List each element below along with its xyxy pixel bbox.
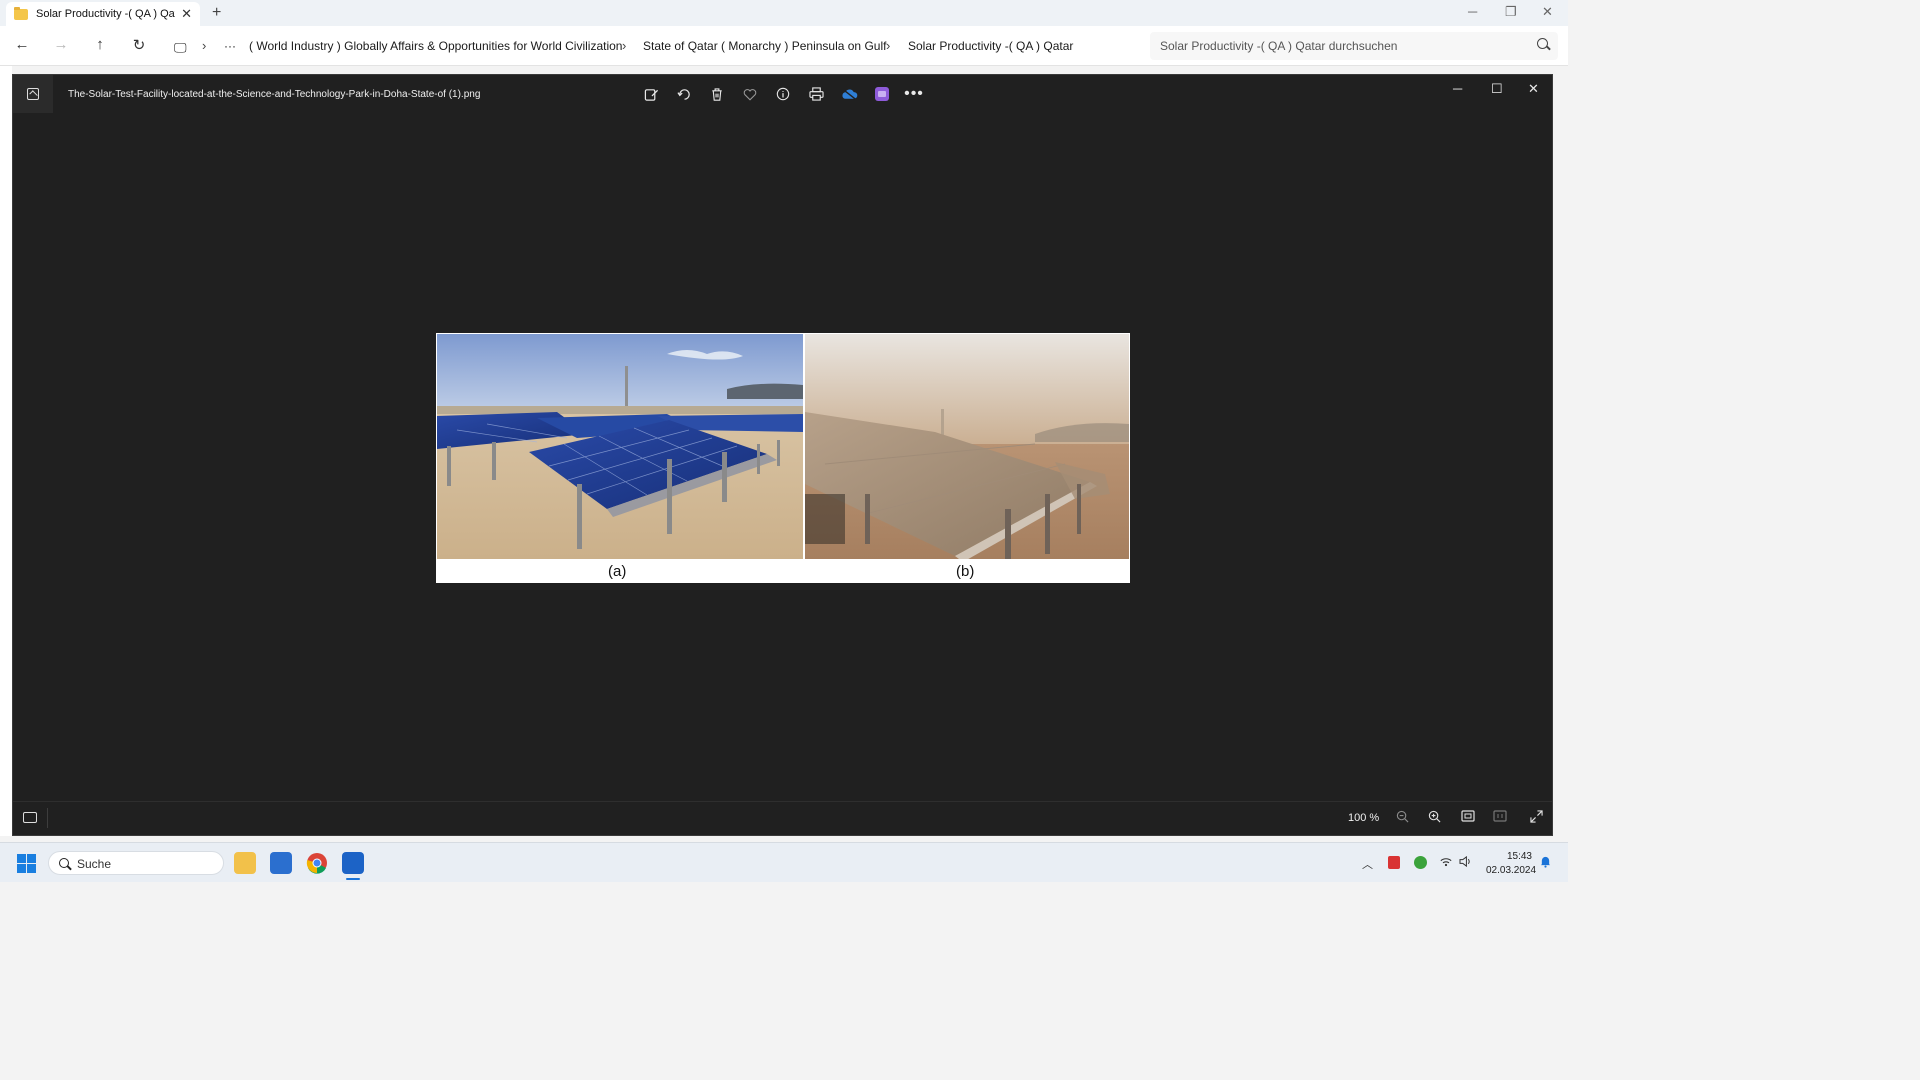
search-input[interactable]: Solar Productivity -( QA ) Qatar durchsu… <box>1150 32 1558 60</box>
forward-button[interactable]: → <box>51 36 71 53</box>
solar-panels-dust-photo <box>805 334 1129 559</box>
new-tab-button[interactable]: + <box>212 4 221 22</box>
chrome-icon[interactable] <box>306 852 328 874</box>
filmstrip-icon[interactable] <box>23 812 37 823</box>
clock-time: 15:43 <box>1506 851 1532 862</box>
more-icon[interactable]: ••• <box>904 85 923 103</box>
explorer-addressbar: ← → ↑ ↻ 🖵 › ··· ( World Industry ) Globa… <box>0 26 1568 66</box>
clock-date: 02.03.2024 <box>1486 865 1537 876</box>
viewer-header: The-Solar-Test-Facility-located-at-the-S… <box>13 75 1552 113</box>
delete-icon[interactable] <box>708 85 726 103</box>
start-button[interactable] <box>17 854 36 873</box>
fit-icon[interactable] <box>1461 810 1475 825</box>
wifi-icon[interactable] <box>1440 856 1452 870</box>
print-icon[interactable] <box>807 85 825 103</box>
caption-b: (b) <box>956 563 975 580</box>
image-file-name: The-Solar-Test-Facility-located-at-the-S… <box>68 89 481 100</box>
photos-viewer-window: The-Solar-Test-Facility-located-at-the-S… <box>12 74 1553 836</box>
restore-button[interactable]: ❐ <box>1505 4 1517 20</box>
taskbar-search-label: Suche <box>77 857 112 871</box>
actual-size-icon[interactable] <box>1493 810 1507 825</box>
info-icon[interactable] <box>774 85 792 103</box>
explorer-tab[interactable]: Solar Productivity -( QA ) Qata ✕ <box>6 2 200 26</box>
edit-icon[interactable] <box>642 85 660 103</box>
viewer-close-button[interactable]: ✕ <box>1528 81 1539 97</box>
more-crumbs-button[interactable]: ··· <box>224 39 236 53</box>
search-icon[interactable] <box>1537 38 1548 49</box>
breadcrumb[interactable]: 🖵 › ··· ( World Industry ) Globally Affa… <box>166 32 1144 60</box>
chevron-right-icon: › <box>622 38 627 53</box>
explorer-titlebar: Solar Productivity -( QA ) Qata ✕ + ─ ❐ … <box>0 0 1568 26</box>
chevron-right-icon: › <box>886 38 891 53</box>
zoom-in-icon[interactable] <box>1428 810 1441 826</box>
pdf-icon[interactable] <box>1388 856 1400 869</box>
volume-icon[interactable] <box>1459 855 1472 870</box>
up-button[interactable]: ↑ <box>90 36 110 53</box>
photos-icon[interactable] <box>342 852 364 880</box>
rotate-icon[interactable] <box>675 85 693 103</box>
clipchamp-icon[interactable] <box>873 85 891 103</box>
onedrive-icon[interactable] <box>840 85 858 103</box>
file-explorer-icon[interactable] <box>234 852 256 874</box>
search-icon <box>59 858 69 868</box>
solar-panels-clear-photo <box>437 334 803 559</box>
photos-app-icon <box>13 75 53 113</box>
minimize-button[interactable]: ─ <box>1468 4 1477 19</box>
breadcrumb-item-solar-productivity[interactable]: Solar Productivity -( QA ) Qatar <box>908 39 1073 53</box>
fullscreen-icon[interactable] <box>1530 810 1543 826</box>
taskbar: Suche ︿ 15:43 02.03.2024 <box>0 842 1568 882</box>
chevron-right-icon: › <box>202 38 207 53</box>
footer-divider <box>47 808 48 828</box>
viewer-footer: 100 % <box>13 801 1552 835</box>
breadcrumb-item-world-industry[interactable]: ( World Industry ) Globally Affairs & Op… <box>249 39 622 53</box>
refresh-button[interactable]: ↻ <box>129 36 149 54</box>
viewer-maximize-button[interactable]: ☐ <box>1491 81 1503 97</box>
system-clock[interactable]: 15:43 02.03.2024 <box>1486 850 1537 878</box>
close-button[interactable]: ✕ <box>1542 4 1553 20</box>
security-icon[interactable] <box>1414 856 1427 869</box>
breadcrumb-item-state-of-qatar[interactable]: State of Qatar ( Monarchy ) Peninsula on… <box>643 39 886 53</box>
chevron-up-icon[interactable]: ︿ <box>1362 856 1373 872</box>
explorer-content-edge <box>0 66 12 836</box>
viewer-minimize-button[interactable]: ─ <box>1453 81 1462 96</box>
folder-icon <box>14 6 28 20</box>
displayed-image[interactable]: (a) (b) <box>436 333 1130 583</box>
taskbar-search[interactable]: Suche <box>48 851 224 875</box>
tab-title: Solar Productivity -( QA ) Qata <box>36 8 176 20</box>
store-icon[interactable] <box>270 852 292 874</box>
zoom-out-icon[interactable] <box>1396 810 1409 826</box>
zoom-level[interactable]: 100 % <box>1348 812 1379 824</box>
tab-close-icon[interactable]: ✕ <box>181 6 192 22</box>
caption-a: (a) <box>608 563 627 580</box>
favorite-icon[interactable] <box>741 85 759 103</box>
this-pc-icon[interactable]: 🖵 <box>174 40 187 56</box>
back-button[interactable]: ← <box>12 36 32 53</box>
search-placeholder: Solar Productivity -( QA ) Qatar durchsu… <box>1160 39 1398 53</box>
notification-icon[interactable] <box>1540 855 1551 871</box>
